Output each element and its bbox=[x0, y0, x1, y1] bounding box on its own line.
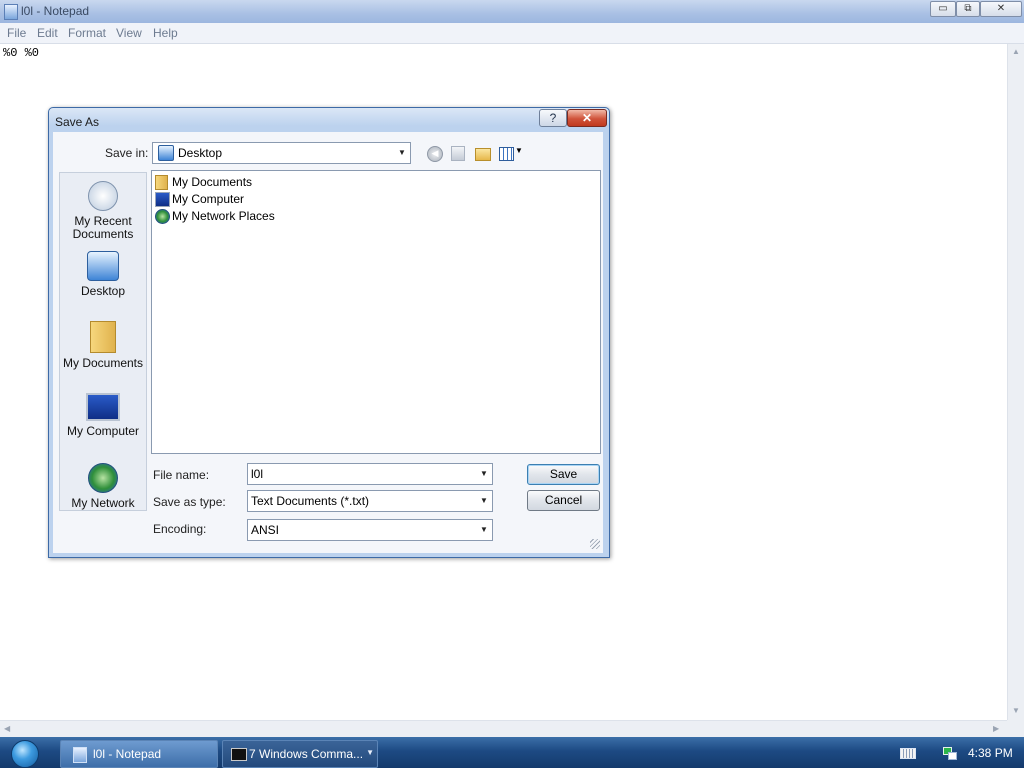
encoding-label: Encoding: bbox=[153, 522, 207, 536]
menu-format[interactable]: Format bbox=[68, 26, 106, 40]
place-label: My Network bbox=[71, 496, 135, 510]
command-prompt-icon bbox=[231, 748, 247, 761]
computer-icon bbox=[155, 192, 170, 207]
views-icon bbox=[499, 147, 514, 161]
my-network-icon bbox=[88, 463, 118, 493]
minimize-button[interactable]: ▭ bbox=[930, 1, 956, 17]
encoding-value: ANSI bbox=[251, 523, 280, 537]
cancel-button[interactable]: Cancel bbox=[527, 490, 600, 511]
place-label: Desktop bbox=[80, 284, 126, 298]
chevron-down-icon: ▼ bbox=[515, 146, 523, 155]
menu-edit[interactable]: Edit bbox=[37, 26, 58, 40]
notepad-title-bar[interactable]: l0l - Notepad ▭ ⧉ ✕ bbox=[0, 0, 1024, 23]
dialog-title: Save As bbox=[55, 115, 100, 129]
start-button[interactable] bbox=[2, 738, 46, 768]
window-title: l0l - Notepad bbox=[21, 4, 90, 18]
chevron-down-icon: ▼ bbox=[366, 748, 374, 757]
network-monitor-back bbox=[948, 752, 957, 760]
save-as-dialog: Save As ? ✕ Save in: Desktop ▼ ◀ ▼ My Re… bbox=[48, 107, 610, 558]
places-bar: My Recent Documents Desktop My Documents… bbox=[59, 172, 147, 511]
taskbar: l0l - Notepad 7 Windows Comma... ▼ 4:38 … bbox=[0, 737, 1024, 768]
save-in-value: Desktop bbox=[178, 146, 223, 160]
file-list[interactable]: My Documents My Computer My Network Plac… bbox=[151, 170, 601, 454]
place-desktop[interactable]: Desktop bbox=[60, 251, 146, 298]
up-folder-icon[interactable] bbox=[451, 146, 465, 161]
new-folder-icon[interactable] bbox=[475, 148, 491, 161]
notepad-app-icon[interactable] bbox=[4, 4, 18, 20]
back-icon[interactable]: ◀ bbox=[427, 146, 443, 162]
my-documents-icon bbox=[90, 321, 116, 353]
chevron-down-icon[interactable]: ▼ bbox=[394, 143, 410, 163]
dialog-close-button[interactable]: ✕ bbox=[567, 109, 607, 127]
save-in-dropdown[interactable]: Desktop ▼ bbox=[152, 142, 411, 164]
save-button[interactable]: Save bbox=[527, 464, 600, 485]
chevron-down-icon[interactable]: ▼ bbox=[476, 520, 492, 540]
file-name-text: My Computer bbox=[172, 192, 245, 206]
chevron-down-icon[interactable]: ▼ bbox=[476, 464, 492, 484]
scrollbar-corner bbox=[1007, 720, 1024, 737]
place-my-network[interactable]: My Network bbox=[60, 463, 146, 510]
resize-grip-icon[interactable] bbox=[590, 539, 600, 549]
keyboard-icon[interactable] bbox=[900, 748, 916, 759]
encoding-dropdown[interactable]: ANSI ▼ bbox=[247, 519, 493, 541]
network-status-icon[interactable] bbox=[943, 745, 957, 760]
chevron-down-icon[interactable]: ▼ bbox=[476, 491, 492, 511]
editor-content[interactable]: %0 %0 bbox=[3, 46, 39, 60]
network-icon bbox=[155, 209, 170, 224]
help-button[interactable]: ? bbox=[539, 109, 567, 127]
scroll-right-arrow-icon[interactable]: ▶ bbox=[993, 724, 999, 733]
my-computer-icon bbox=[86, 393, 120, 421]
place-label: My Documents bbox=[62, 356, 144, 370]
windows-start-orb-icon bbox=[11, 740, 39, 768]
place-my-computer[interactable]: My Computer bbox=[60, 393, 146, 438]
file-name-value[interactable]: l0l bbox=[251, 467, 263, 481]
system-tray: 4:38 PM bbox=[888, 737, 1024, 768]
file-name-field[interactable]: l0l ▼ bbox=[247, 463, 493, 485]
menu-file[interactable]: File bbox=[7, 26, 26, 40]
dialog-body: Save in: Desktop ▼ ◀ ▼ My Recent Documen… bbox=[53, 132, 603, 553]
taskbar-item-command-prompt[interactable]: 7 Windows Comma... ▼ bbox=[222, 740, 378, 768]
menu-view[interactable]: View bbox=[116, 26, 142, 40]
taskbar-item-label: 7 Windows Comma... bbox=[249, 747, 364, 761]
close-window-button[interactable]: ✕ bbox=[980, 1, 1022, 17]
horizontal-scrollbar[interactable]: ◀ ▶ bbox=[0, 720, 1007, 738]
desktop-icon bbox=[87, 251, 119, 281]
place-my-documents[interactable]: My Documents bbox=[60, 321, 146, 370]
save-as-type-label: Save as type: bbox=[153, 495, 226, 509]
file-name-text: My Network Places bbox=[172, 209, 275, 223]
recent-documents-icon bbox=[88, 181, 118, 211]
place-my-recent-documents[interactable]: My Recent Documents bbox=[60, 181, 146, 241]
menu-help[interactable]: Help bbox=[153, 26, 178, 40]
folder-icon bbox=[155, 175, 168, 190]
save-as-type-dropdown[interactable]: Text Documents (*.txt) ▼ bbox=[247, 490, 493, 512]
desktop-icon bbox=[158, 145, 174, 161]
taskbar-item-notepad[interactable]: l0l - Notepad bbox=[60, 740, 218, 768]
scroll-down-arrow-icon[interactable]: ▼ bbox=[1012, 706, 1020, 715]
place-label: My Computer bbox=[66, 424, 140, 438]
save-as-type-value: Text Documents (*.txt) bbox=[251, 494, 370, 508]
menu-bar: File Edit Format View Help bbox=[0, 23, 1024, 44]
restore-button[interactable]: ⧉ bbox=[956, 1, 980, 17]
file-name-label: File name: bbox=[153, 468, 210, 482]
notepad-icon bbox=[73, 747, 87, 763]
scroll-up-arrow-icon[interactable]: ▲ bbox=[1012, 47, 1020, 56]
views-menu-button[interactable]: ▼ bbox=[499, 146, 523, 161]
clock[interactable]: 4:38 PM bbox=[968, 746, 1013, 760]
taskbar-item-label: l0l - Notepad bbox=[93, 747, 162, 761]
save-in-label: Save in: bbox=[105, 146, 149, 160]
scroll-left-arrow-icon[interactable]: ◀ bbox=[4, 724, 10, 733]
vertical-scrollbar[interactable]: ▲ ▼ bbox=[1007, 44, 1024, 720]
file-name-text: My Documents bbox=[172, 175, 253, 189]
place-label: Documents bbox=[72, 227, 134, 241]
